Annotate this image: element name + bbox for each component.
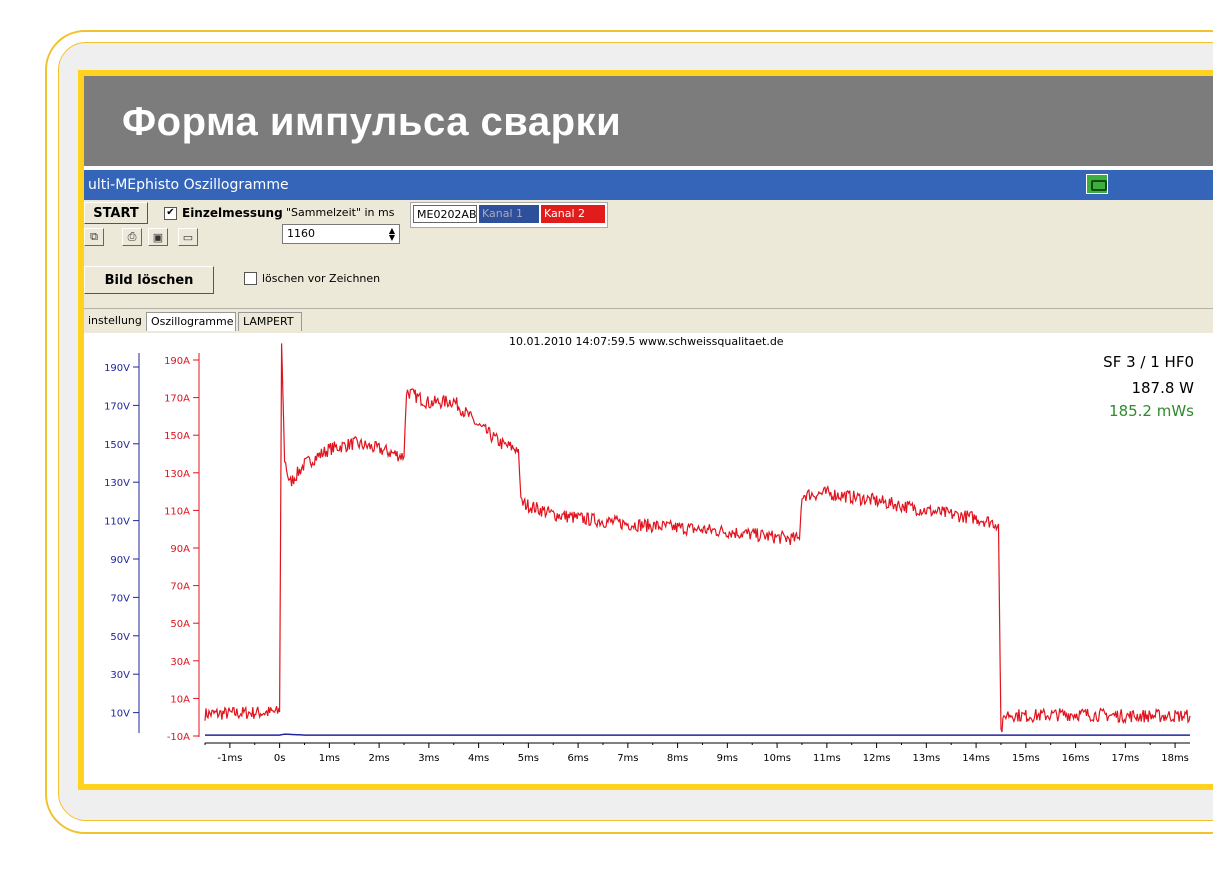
- voltage-tick-label: 190V: [104, 363, 130, 374]
- current-tick-label: 110A: [164, 506, 190, 517]
- save-icon[interactable]: ▣: [148, 228, 168, 246]
- toolbar: START ✔ Einzelmessung "Sammelzeit" in ms…: [84, 200, 1213, 309]
- current-trace-kanal-2: [204, 343, 1191, 733]
- sammelzeit-label: "Sammelzeit" in ms: [286, 206, 395, 219]
- time-tick-label: 16ms: [1062, 753, 1090, 764]
- loeschen-vor-checkbox[interactable]: löschen vor Zeichnen: [244, 272, 380, 285]
- current-tick-label: 150A: [164, 431, 190, 442]
- time-tick-label: 4ms: [468, 753, 489, 764]
- slide-title: Форма импульса сварки: [122, 100, 622, 144]
- time-tick-label: 13ms: [912, 753, 940, 764]
- time-tick-label: 6ms: [567, 753, 588, 764]
- bild-loeschen-button[interactable]: Bild löschen: [84, 266, 214, 294]
- application-window: ulti-MEphisto Oszillogramme START ✔ Einz…: [84, 166, 1213, 784]
- einzelmessung-checkbox[interactable]: ✔ Einzelmessung: [164, 206, 283, 220]
- voltage-tick-label: 150V: [104, 440, 130, 451]
- current-tick-label: 30A: [170, 657, 190, 668]
- current-tick-label: 190A: [164, 356, 190, 367]
- power-readout: 187.8 W: [1131, 379, 1194, 397]
- time-tick-label: 0s: [274, 753, 286, 764]
- current-tick-label: 50A: [170, 619, 190, 630]
- current-tick-label: -10A: [167, 732, 190, 743]
- voltage-tick-label: 70V: [110, 593, 130, 604]
- tab-einstellung[interactable]: instellung: [84, 312, 144, 331]
- current-tick-label: 170A: [164, 394, 190, 405]
- voltage-tick-label: 130V: [104, 478, 130, 489]
- time-tick-label: 3ms: [418, 753, 439, 764]
- voltage-tick-label: 50V: [110, 632, 130, 643]
- print-icon[interactable]: ⎙: [122, 228, 142, 246]
- open-folder-icon[interactable]: ▭: [178, 228, 198, 246]
- channel-1-tab[interactable]: Kanal 1: [479, 205, 539, 223]
- tab-oszillogramme[interactable]: Oszillogramme: [146, 312, 236, 331]
- time-tick-label: 17ms: [1111, 753, 1139, 764]
- loeschen-vor-label: löschen vor Zeichnen: [262, 272, 381, 285]
- energy-readout: 185.2 mWs: [1109, 402, 1194, 420]
- checkmark-icon: ✔: [164, 206, 177, 220]
- time-tick-label: -1ms: [217, 753, 242, 764]
- sammelzeit-value: 1160: [287, 227, 315, 240]
- voltage-tick-label: 30V: [110, 670, 130, 681]
- time-tick-label: 2ms: [368, 753, 389, 764]
- spinner-arrows-icon[interactable]: ▲ ▼: [387, 227, 397, 242]
- voltage-tick-label: 90V: [110, 555, 130, 566]
- time-tick-label: 9ms: [717, 753, 738, 764]
- voltage-tick-label: 10V: [110, 709, 130, 720]
- tab-lampert[interactable]: LAMPERT: [238, 312, 302, 331]
- einzelmessung-label: Einzelmessung: [182, 206, 283, 220]
- voltage-trace-kanal-1: [205, 733, 1190, 736]
- time-tick-label: 7ms: [617, 753, 638, 764]
- time-tick-label: 8ms: [667, 753, 688, 764]
- current-tick-label: 70A: [170, 582, 190, 593]
- time-tick-label: 5ms: [518, 753, 539, 764]
- oscillogram-chart: 10.01.2010 14:07:59.5 www.schweissqualit…: [104, 335, 1194, 764]
- current-tick-label: 90A: [170, 544, 190, 555]
- empty-checkbox-icon: [244, 272, 257, 285]
- oscillogram-plot: 10.01.2010 14:07:59.5 www.schweissqualit…: [84, 333, 1213, 784]
- time-tick-label: 11ms: [813, 753, 841, 764]
- device-id[interactable]: ME0202AB: [413, 205, 477, 223]
- channel-2-tab[interactable]: Kanal 2: [541, 205, 605, 223]
- copy-icon[interactable]: ⧉: [84, 228, 104, 246]
- time-tick-label: 15ms: [1012, 753, 1040, 764]
- voltage-tick-label: 170V: [104, 401, 130, 412]
- timestamp-text: 10.01.2010 14:07:59.5 www.schweissqualit…: [509, 335, 784, 348]
- window-title: ulti-MEphisto Oszillogramme: [88, 177, 289, 193]
- time-tick-label: 14ms: [962, 753, 990, 764]
- window-title-bar: ulti-MEphisto Oszillogramme: [84, 168, 1213, 202]
- channel-selector: ME0202AB Kanal 1 Kanal 2: [410, 202, 608, 228]
- sammelzeit-spinner[interactable]: 1160 ▲ ▼: [282, 224, 400, 244]
- program-readout: SF 3 / 1 HF0: [1103, 353, 1194, 371]
- time-tick-label: 18ms: [1161, 753, 1189, 764]
- current-tick-label: 130A: [164, 469, 190, 480]
- printer-icon[interactable]: [1086, 174, 1108, 194]
- time-tick-label: 10ms: [763, 753, 791, 764]
- tab-bar: instellung Oszillogramme LAMPERT: [84, 309, 1213, 333]
- start-button[interactable]: START: [84, 202, 148, 224]
- current-tick-label: 10A: [170, 694, 190, 705]
- time-tick-label: 1ms: [319, 753, 340, 764]
- time-tick-label: 12ms: [863, 753, 891, 764]
- voltage-tick-label: 110V: [104, 517, 130, 528]
